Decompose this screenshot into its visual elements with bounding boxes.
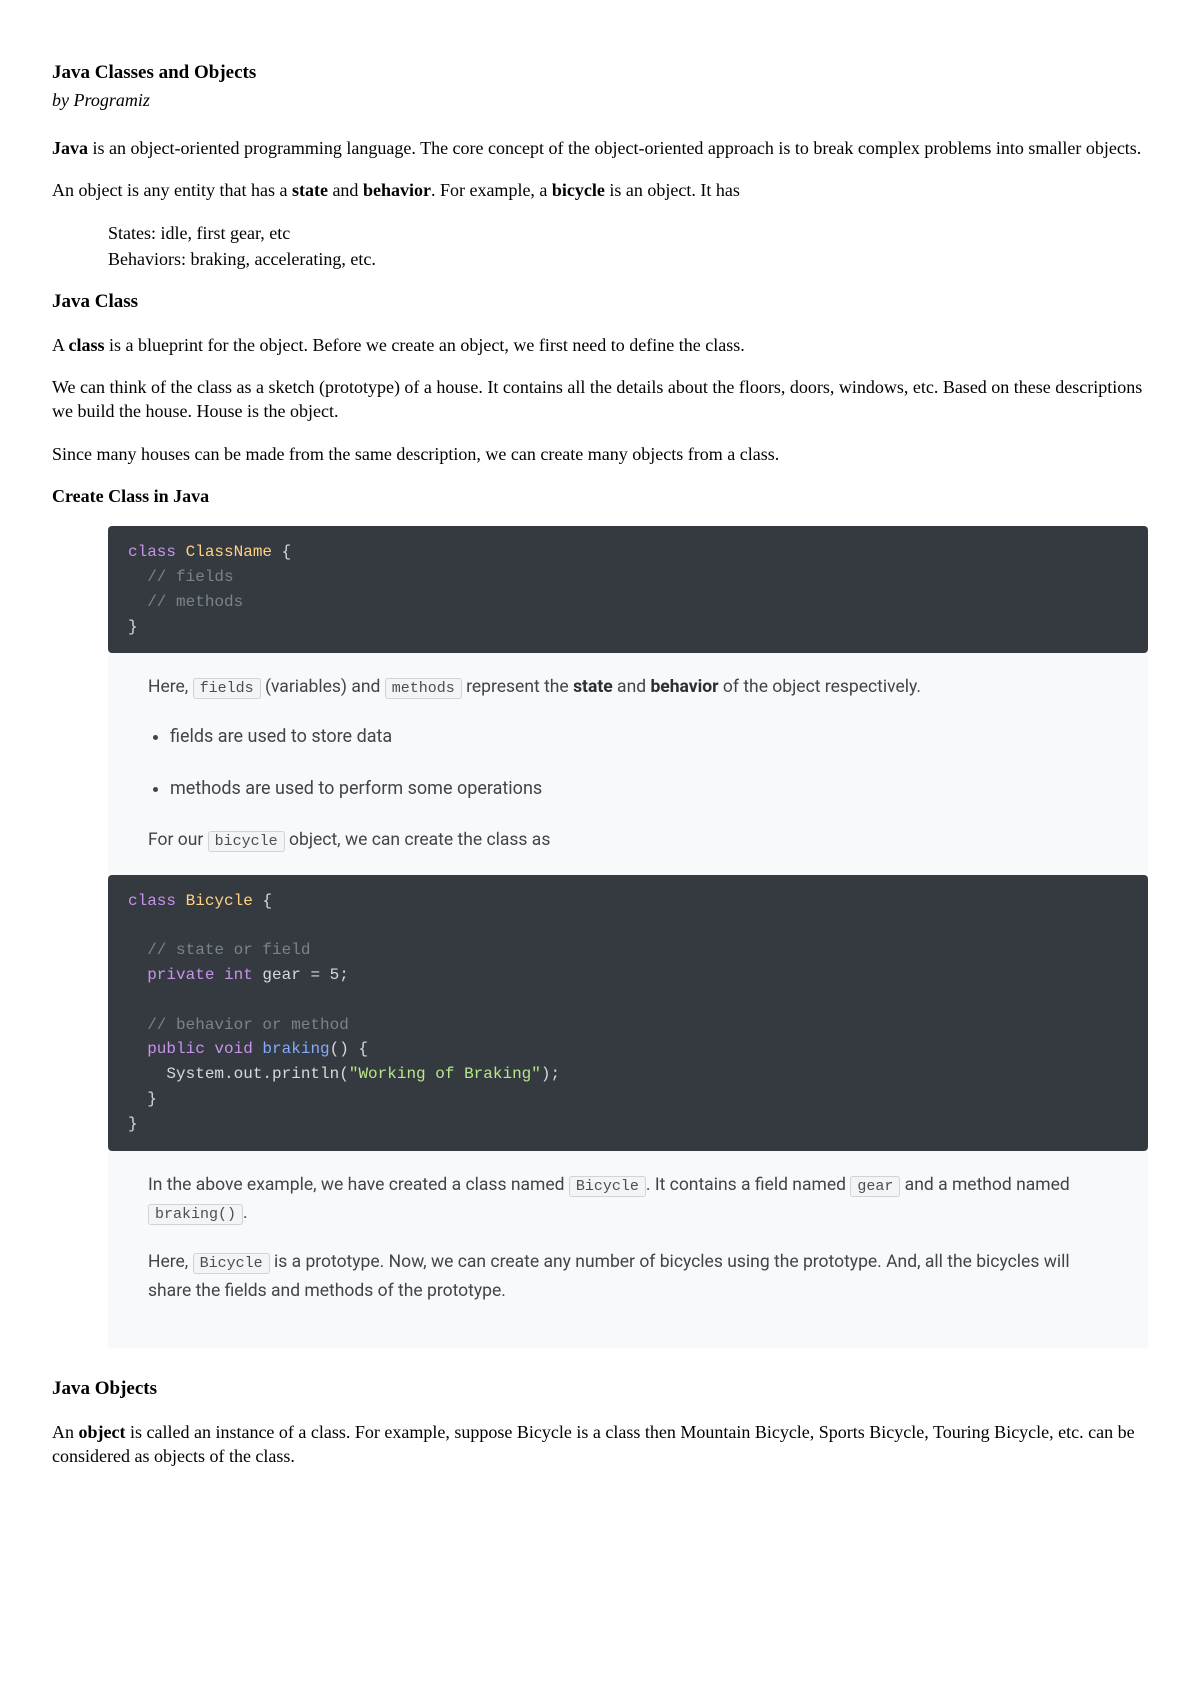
intro-p1-rest: is an object-oriented programming langua… [88,138,1141,158]
inline-code-bicycle: bicycle [208,831,285,852]
code1-c1: // fields [128,568,234,586]
intro-p2-c: is an object. It has [605,180,740,200]
jo-p1-a: An [52,1422,79,1442]
c2-l6-kw1: public [128,1040,205,1058]
code1-open: { [282,543,292,561]
code1-cls: ClassName [176,543,282,561]
c2-l6-rest: () { [330,1040,368,1058]
tutorial-panel: class ClassName { // fields // methods }… [108,526,1148,1348]
intro-paragraph-2: An object is any entity that has a state… [52,178,1148,202]
panel-list: fields are used to store data methods ar… [148,722,1108,803]
doc-title: Java Classes and Objects [52,60,1148,86]
behavior-bold: behavior [363,180,431,200]
c2-l7-str: "Working of Braking" [349,1065,541,1083]
panel3-d: . [243,1203,248,1223]
intro-p2-b: . For example, a [431,180,552,200]
c2-l3-rest: gear = 5; [253,966,349,984]
state-bold: state [292,180,328,200]
states-behaviors-block: States: idle, first gear, etc Behaviors:… [108,221,1148,272]
panel1-behavior: behavior [650,677,718,697]
inline-code-bicycle2: Bicycle [569,1176,646,1197]
panel1-e: of the object respectively. [719,677,921,697]
behaviors-line: Behaviors: braking, accelerating, etc. [108,247,1148,271]
panel-text-1: Here, fields (variables) and methods rep… [108,673,1148,854]
c2-l3-kw2: int [214,966,252,984]
inline-code-bicycle3: Bicycle [193,1253,270,1274]
c2-l6-fn: braking [253,1040,330,1058]
create-class-heading: Create Class in Java [52,484,1148,508]
panel1-p: Here, fields (variables) and methods rep… [148,673,1108,702]
object-bold: object [79,1422,126,1442]
java-bold: Java [52,138,88,158]
panel-text-2: In the above example, we have created a … [108,1171,1148,1307]
list-item-methods: methods are used to perform some operati… [170,774,1108,804]
c2-l9: } [128,1115,138,1133]
java-class-p2: We can think of the class as a sketch (p… [52,375,1148,424]
panel4-a: Here, [148,1252,193,1272]
c2-l8: } [128,1090,157,1108]
java-class-heading: Java Class [52,289,1148,315]
c2-l3-kw1: private [128,966,214,984]
inline-code-gear: gear [850,1176,900,1197]
jo-p1-b: is called an instance of a class. For ex… [52,1422,1135,1466]
bicycle-bold: bicycle [552,180,605,200]
intro-paragraph-1: Java is an object-oriented programming l… [52,136,1148,160]
states-line: States: idle, first gear, etc [108,221,1148,245]
panel4-p: Here, Bicycle is a prototype. Now, we ca… [148,1248,1108,1306]
panel1-c: represent the [462,677,573,697]
panel1-b: (variables) and [261,677,385,697]
jc-p1-a: A [52,335,69,355]
code-block-2: class Bicycle { // state or field privat… [108,875,1148,1151]
c2-l1-cls: Bicycle [176,892,262,910]
intro-p2-a: An object is any entity that has a [52,180,292,200]
list-item-fields: fields are used to store data [170,722,1108,752]
java-class-p3: Since many houses can be made from the s… [52,442,1148,466]
panel3-a: In the above example, we have created a … [148,1175,569,1195]
inline-code-fields: fields [193,678,261,699]
jc-p1-b: is a blueprint for the object. Before we… [105,335,745,355]
panel2-a: For our [148,830,208,850]
code-block-1: class ClassName { // fields // methods } [108,526,1148,653]
panel2-b: object, we can create the class as [285,830,551,850]
java-class-p1: A class is a blueprint for the object. B… [52,333,1148,357]
code1-kw: class [128,543,176,561]
c2-l6-kw2: void [205,1040,253,1058]
java-objects-p1: An object is called an instance of a cla… [52,1420,1148,1469]
panel1-d: and [613,677,651,697]
panel1-a: Here, [148,677,193,697]
code1-close: } [128,618,138,636]
class-bold: class [69,335,105,355]
code1-c2: // methods [128,593,243,611]
inline-code-methods: methods [385,678,462,699]
c2-l1-open: { [262,892,272,910]
panel3-c: and a method named [900,1175,1069,1195]
panel1-state: state [573,677,613,697]
panel3-p: In the above example, we have created a … [148,1171,1108,1229]
c2-l1-kw: class [128,892,176,910]
panel3-b: . It contains a field named [646,1175,850,1195]
c2-c1: // state or field [128,941,310,959]
doc-byline: by Programiz [52,88,1148,112]
c2-c2: // behavior or method [128,1016,349,1034]
document-page: Java Classes and Objects by Programiz Ja… [0,0,1200,1697]
panel4-b: is a prototype. Now, we can create any n… [148,1252,1070,1301]
inline-code-braking: braking() [148,1204,243,1225]
java-objects-heading: Java Objects [52,1376,1148,1402]
panel2-p: For our bicycle object, we can create th… [148,826,1108,855]
intro-p2-and: and [328,180,363,200]
c2-l7-a: System.out.println( [128,1065,349,1083]
c2-l7-b: ); [541,1065,560,1083]
